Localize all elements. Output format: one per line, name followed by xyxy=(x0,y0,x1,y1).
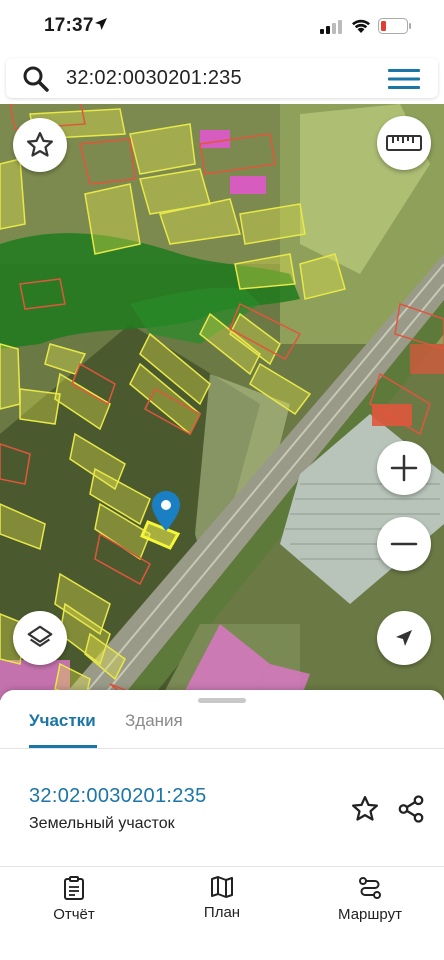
favorite-button[interactable] xyxy=(13,118,67,172)
sheet-tabs: Участки Здания xyxy=(0,702,444,749)
menu-icon[interactable] xyxy=(388,68,422,90)
parcel-type-label: Земельный участок xyxy=(29,815,175,832)
star-icon xyxy=(27,132,53,157)
route-label: Маршрут xyxy=(338,906,402,923)
battery-icon xyxy=(378,18,411,34)
zoom-out-button[interactable] xyxy=(377,517,431,571)
plan-button[interactable]: План xyxy=(162,876,282,921)
info-bottom-sheet[interactable]: Участки Здания 32:02:0030201:235 Земельн… xyxy=(0,690,444,960)
ruler-icon xyxy=(386,135,422,151)
search-input[interactable]: 32:02:0030201:235 xyxy=(66,67,242,90)
location-services-icon xyxy=(95,18,107,30)
wifi-icon xyxy=(352,19,370,33)
plus-icon xyxy=(390,454,418,482)
parcel-cadastral-number[interactable]: 32:02:0030201:235 xyxy=(29,785,207,808)
sheet-divider xyxy=(0,866,444,867)
report-label: Отчёт xyxy=(53,906,95,923)
active-tab-indicator xyxy=(29,745,97,748)
star-icon[interactable] xyxy=(350,794,380,824)
plan-label: План xyxy=(203,904,241,921)
search-icon[interactable] xyxy=(22,65,50,93)
satellite-imagery xyxy=(0,104,444,700)
my-location-button[interactable] xyxy=(377,611,431,665)
search-bar[interactable]: 32:02:0030201:235 xyxy=(6,58,438,98)
status-time: 17:37 xyxy=(44,15,94,36)
navigation-arrow-icon xyxy=(396,630,412,646)
status-bar: 17:37 xyxy=(0,0,444,54)
layers-icon xyxy=(27,625,53,647)
tab-buildings[interactable]: Здания xyxy=(125,711,183,731)
share-icon[interactable] xyxy=(396,794,426,824)
minus-icon xyxy=(390,542,418,546)
clipboard-icon xyxy=(64,876,84,900)
map-view[interactable] xyxy=(0,104,444,700)
report-button[interactable]: Отчёт xyxy=(14,876,134,923)
zoom-in-button[interactable] xyxy=(377,441,431,495)
route-icon xyxy=(359,877,381,899)
layers-button[interactable] xyxy=(13,611,67,665)
route-button[interactable]: Маршрут xyxy=(310,876,430,923)
tab-parcels[interactable]: Участки xyxy=(29,711,96,731)
map-pin-icon xyxy=(152,491,180,531)
ruler-button[interactable] xyxy=(377,116,431,170)
cellular-signal-icon xyxy=(320,20,342,34)
map-icon xyxy=(211,876,233,898)
